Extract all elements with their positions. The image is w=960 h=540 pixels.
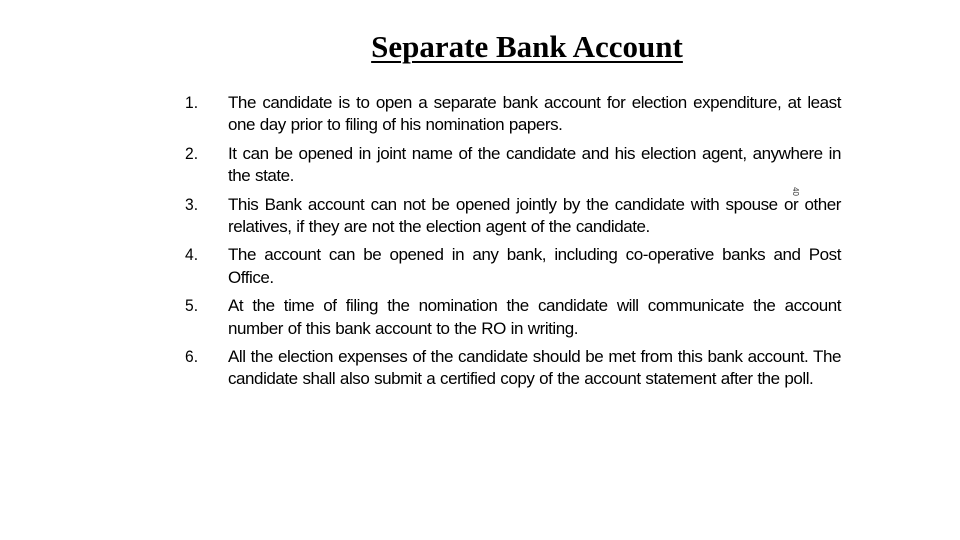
page-number-mark: 40: [791, 187, 800, 196]
item-text: The account can be opened in any bank, i…: [228, 245, 841, 287]
slide-title-text: Separate Bank Account: [371, 29, 683, 64]
list-item: 2. It can be opened in joint name of the…: [185, 143, 841, 188]
item-text: It can be opened in joint name of the ca…: [228, 143, 841, 186]
item-number: 6.: [185, 347, 199, 367]
list-item: 1. The candidate is to open a separate b…: [185, 92, 841, 137]
item-number: 5.: [185, 296, 199, 316]
item-text: This Bank account can not be opened join…: [228, 194, 841, 237]
item-number: 1.: [185, 93, 199, 112]
item-text: At the time of filing the nomination the…: [228, 296, 841, 338]
slide-title: Separate Bank Account: [0, 27, 960, 67]
item-text: All the election expenses of the candida…: [228, 347, 841, 389]
list-item: 5. At the time of filing the nomination …: [185, 295, 841, 340]
list-item: 6. All the election expenses of the cand…: [185, 346, 841, 391]
item-number: 4.: [185, 245, 199, 265]
list-item: 3. This Bank account can not be opened j…: [185, 194, 841, 239]
item-text: The candidate is to open a separate bank…: [228, 93, 841, 135]
item-number: 2.: [185, 143, 199, 163]
numbered-list: 1. The candidate is to open a separate b…: [185, 92, 841, 397]
item-number: 3.: [185, 194, 199, 214]
list-item: 4. The account can be opened in any bank…: [185, 244, 841, 289]
slide: Separate Bank Account 1. The candidate i…: [0, 0, 960, 540]
